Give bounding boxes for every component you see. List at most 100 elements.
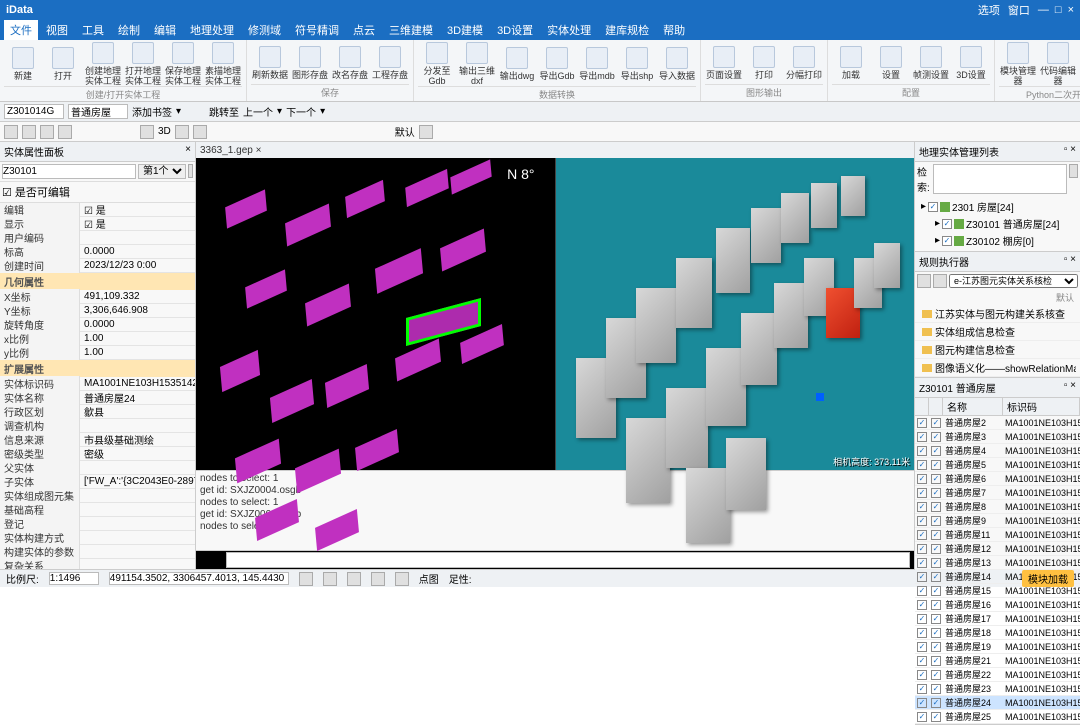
ribbon-导出mdb[interactable]: 导出mdb xyxy=(578,42,616,86)
2d-viewport[interactable]: N 8° xyxy=(196,158,555,470)
menu-6[interactable]: 修测域 xyxy=(242,20,287,40)
entity-code-input[interactable] xyxy=(4,104,64,119)
panel-pin-icon[interactable]: ▫ × xyxy=(1064,144,1076,159)
menu-7[interactable]: 符号精调 xyxy=(289,20,345,40)
prop-row[interactable]: Y坐标3,306,646.908 xyxy=(0,304,195,318)
menu-2[interactable]: 工具 xyxy=(76,20,110,40)
prop-row[interactable]: X坐标491,109.332 xyxy=(0,290,195,304)
tool-icon[interactable] xyxy=(22,125,36,139)
view-tab[interactable]: 3363_1.gep × xyxy=(200,145,261,156)
prop-row[interactable]: 编辑☑ 是 xyxy=(0,203,195,217)
rule-item[interactable]: 江苏实体与图元构建关系核查 xyxy=(915,305,1080,323)
prop-row[interactable]: 实体构建方式 xyxy=(0,531,195,545)
prop-row[interactable]: 显示☑ 是 xyxy=(0,217,195,231)
prop-row[interactable]: 密级类型密级 xyxy=(0,447,195,461)
minimize-icon[interactable]: — xyxy=(1038,4,1049,16)
prop-row[interactable]: 实体标识码MA1001NE103H15351422... xyxy=(0,377,195,391)
ribbon-导出shp[interactable]: 导出shp xyxy=(618,42,656,86)
status-icon[interactable] xyxy=(395,572,409,586)
prop-row[interactable]: 创建时间2023/12/23 0:00 xyxy=(0,259,195,273)
tool-icon[interactable] xyxy=(58,125,72,139)
3d-viewport[interactable]: 相机高度: 373.11米 xyxy=(555,158,915,470)
table-row[interactable]: ✓✓普通房屋16MA1001NE103H1535... xyxy=(915,598,1080,612)
prop-row[interactable]: 实体组成图元集 xyxy=(0,489,195,503)
status-icon[interactable] xyxy=(347,572,361,586)
prop-row[interactable]: 调查机构 xyxy=(0,419,195,433)
ribbon-改名存盘[interactable]: 改名存盘 xyxy=(331,42,369,84)
entity-name-input[interactable] xyxy=(68,104,128,119)
menu-9[interactable]: 三维建模 xyxy=(383,20,439,40)
rule-item[interactable]: 图像语义化——showRelationMap... xyxy=(915,359,1080,377)
status-icon[interactable] xyxy=(371,572,385,586)
ribbon-打开地理实体工程[interactable]: 打开地理实体工程 xyxy=(124,42,162,86)
ribbon-工程存盘[interactable]: 工程存盘 xyxy=(371,42,409,84)
mode-default-button[interactable]: 默认 xyxy=(395,124,415,139)
ribbon-保存地理实体工程[interactable]: 保存地理实体工程 xyxy=(164,42,202,86)
menu-8[interactable]: 点云 xyxy=(347,20,381,40)
table-row[interactable]: ✓✓普通房屋13MA1001NE103H1535... xyxy=(915,556,1080,570)
entity-tree[interactable]: ▸ ✓ 2301 房屋[24]▸ ✓ Z30101 普通房屋[24]▸ ✓ Z3… xyxy=(915,196,1080,251)
prop-row[interactable]: 旋转角度0.0000 xyxy=(0,318,195,332)
search-icon[interactable] xyxy=(1069,164,1078,178)
table-row[interactable]: ✓✓普通房屋24MA1001NE103H1535... xyxy=(915,696,1080,710)
editable-checkbox[interactable]: ☑ 是否可编辑 xyxy=(2,184,70,200)
refresh-icon[interactable] xyxy=(188,164,193,178)
ribbon-图形存盘[interactable]: 图形存盘 xyxy=(291,42,329,84)
ribbon-导出Gdb[interactable]: 导出Gdb xyxy=(538,42,576,86)
tool-icon[interactable] xyxy=(140,125,154,139)
panel-close-icon[interactable]: × xyxy=(185,144,191,159)
prop-row[interactable]: 基础高程 xyxy=(0,503,195,517)
options-link[interactable]: 选项 xyxy=(978,2,1000,18)
tool-icon[interactable] xyxy=(175,125,189,139)
search-input[interactable] xyxy=(933,164,1067,194)
ribbon-帧测设置[interactable]: 帧测设置 xyxy=(912,42,950,84)
ribbon-输出dwg[interactable]: 输出dwg xyxy=(498,42,536,86)
menu-13[interactable]: 建库规检 xyxy=(599,20,655,40)
menu-11[interactable]: 3D设置 xyxy=(491,20,539,40)
table-row[interactable]: ✓✓普通房屋17MA1001NE103H1535... xyxy=(915,612,1080,626)
entity-type-combo[interactable] xyxy=(2,164,136,179)
ribbon-输出三维dxf[interactable]: 输出三维dxf xyxy=(458,42,496,86)
table-row[interactable]: ✓✓普通房屋2MA1001NE103H1535... xyxy=(915,416,1080,430)
table-row[interactable]: ✓✓普通房屋22MA1001NE103H1535... xyxy=(915,668,1080,682)
next-button[interactable]: 下一个 xyxy=(286,104,316,119)
bookmark-dropdown[interactable]: 添加书签 xyxy=(132,104,172,119)
tool-icon[interactable] xyxy=(419,125,433,139)
prop-row[interactable]: x比例1.00 xyxy=(0,332,195,346)
ribbon-页面设置[interactable]: 页面设置 xyxy=(705,42,743,84)
tool-icon[interactable] xyxy=(193,125,207,139)
menu-5[interactable]: 地理处理 xyxy=(184,20,240,40)
ribbon-加载[interactable]: 加载 xyxy=(832,42,870,84)
ribbon-打开[interactable]: 打开 xyxy=(44,42,82,86)
ribbon-设置[interactable]: 设置 xyxy=(872,42,910,84)
window-link[interactable]: 窗口 xyxy=(1008,2,1030,18)
status-icon[interactable] xyxy=(299,572,313,586)
prop-row[interactable]: 用户编码 xyxy=(0,231,195,245)
ribbon-素描地理实体工程[interactable]: 素描地理实体工程 xyxy=(204,42,242,86)
prop-row[interactable]: 复杂关系 xyxy=(0,559,195,569)
ribbon-代码编辑器[interactable]: 代码编辑器 xyxy=(1039,42,1077,86)
menu-3[interactable]: 绘制 xyxy=(112,20,146,40)
table-row[interactable]: ✓✓普通房屋7MA1001NE103H1535... xyxy=(915,486,1080,500)
menu-12[interactable]: 实体处理 xyxy=(541,20,597,40)
ribbon-刷新数据[interactable]: 刷新数据 xyxy=(251,42,289,84)
tree-item[interactable]: ▸ ✓ Z30101 普通房屋[24] xyxy=(919,215,1076,232)
tool-icon[interactable] xyxy=(40,125,54,139)
ribbon-模块管理器[interactable]: 模块管理器 xyxy=(999,42,1037,86)
maximize-icon[interactable]: □ xyxy=(1055,4,1062,16)
table-row[interactable]: ✓✓普通房屋25MA1001NE103H1535... xyxy=(915,710,1080,724)
ribbon-导入数据[interactable]: 导入数据 xyxy=(658,42,696,86)
tree-item[interactable]: ▸ ✓ Z30102 棚房[0] xyxy=(919,232,1076,249)
rule-item[interactable]: 实体组成信息检查 xyxy=(915,323,1080,341)
panel-pin-icon[interactable]: ▫ × xyxy=(1064,380,1076,395)
menu-10[interactable]: 3D建模 xyxy=(441,20,489,40)
command-input[interactable] xyxy=(226,552,910,568)
prop-row[interactable]: 实体名称普通房屋24 xyxy=(0,391,195,405)
rule-run-icon[interactable] xyxy=(917,274,931,288)
table-row[interactable]: ✓✓普通房屋12MA1001NE103H1535... xyxy=(915,542,1080,556)
table-row[interactable]: ✓✓普通房屋8MA1001NE103H1535... xyxy=(915,500,1080,514)
ribbon-分幅打印[interactable]: 分幅打印 xyxy=(785,42,823,84)
tree-item[interactable]: ▸ ✓ 2301 房屋[24] xyxy=(919,198,1076,215)
menu-1[interactable]: 视图 xyxy=(40,20,74,40)
table-row[interactable]: ✓✓普通房屋6MA1001NE103H1535... xyxy=(915,472,1080,486)
